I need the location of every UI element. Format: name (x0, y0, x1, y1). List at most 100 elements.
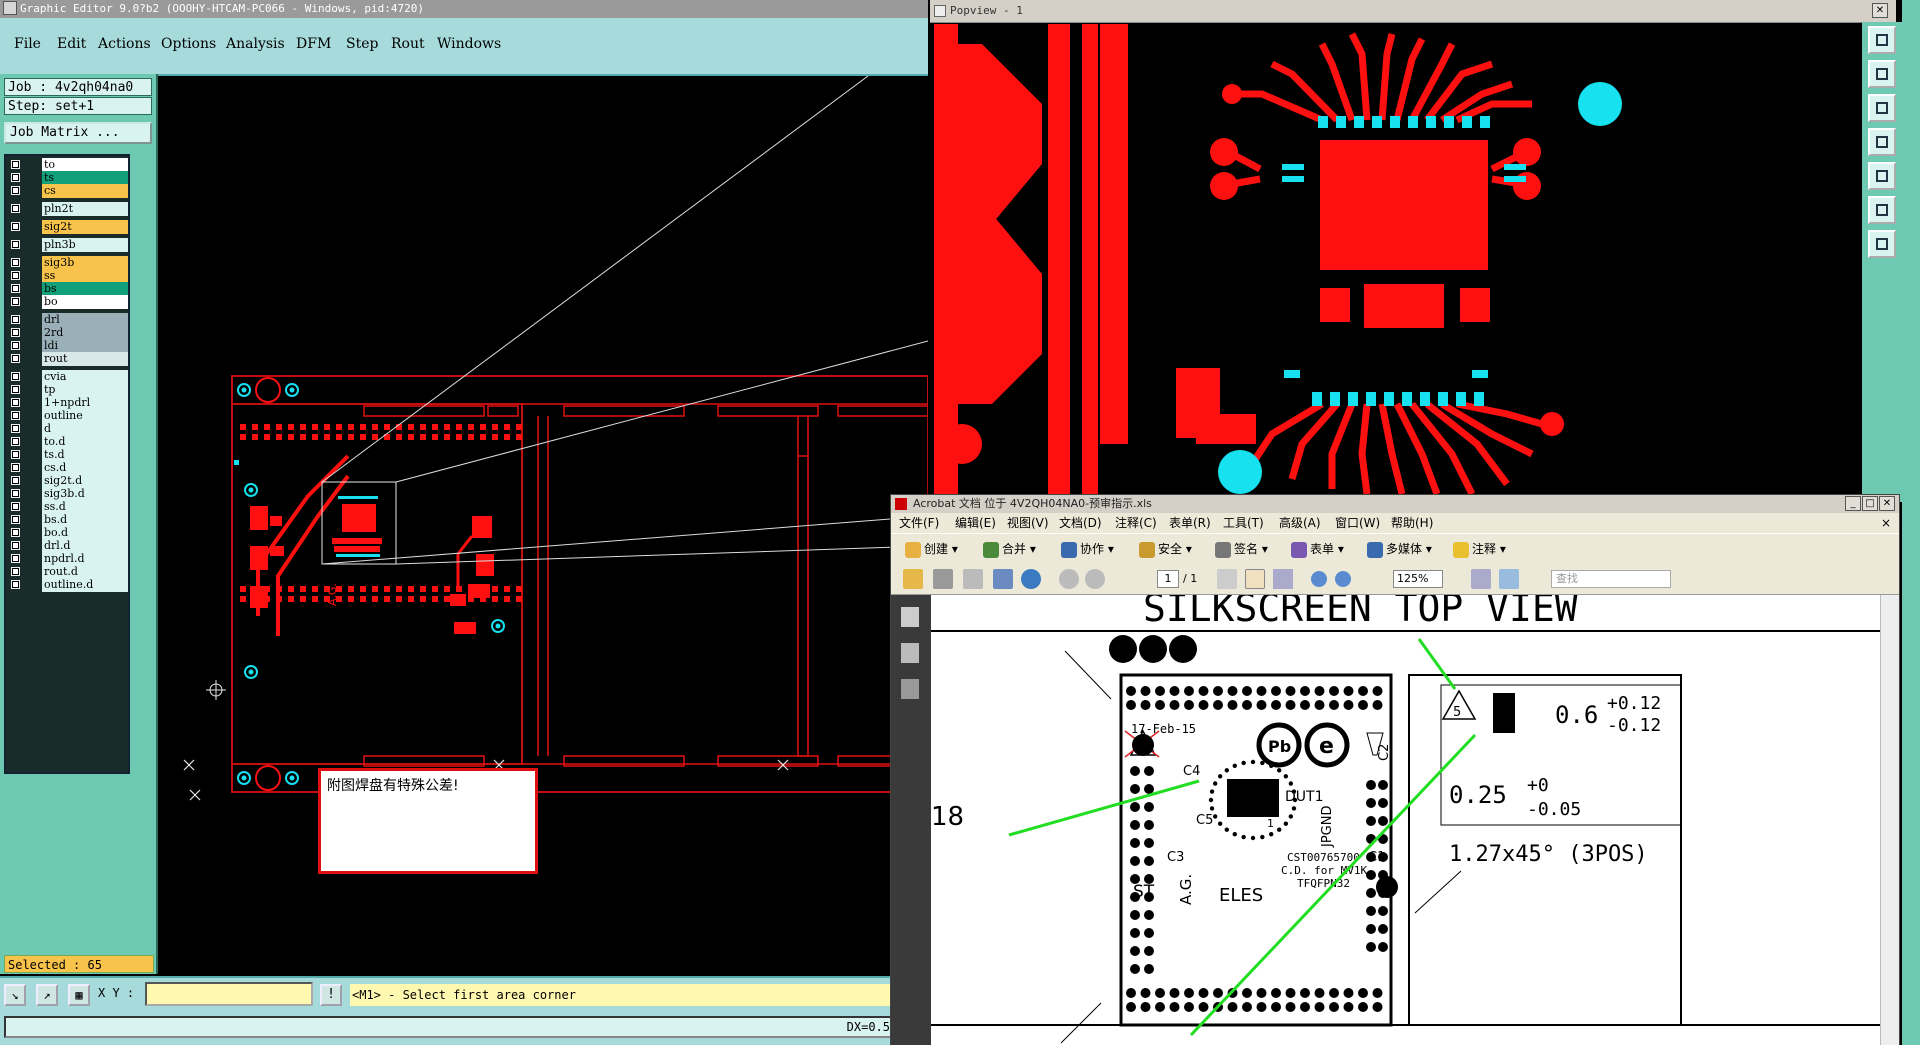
collaborate-button[interactable]: 协作 ▾ (1061, 539, 1114, 559)
menu-edit[interactable]: Edit (57, 36, 86, 52)
layer-checkbox[interactable] (11, 554, 20, 563)
layer-checkbox[interactable] (11, 341, 20, 350)
layer-checkbox[interactable] (11, 502, 20, 511)
pv-tool-6-icon[interactable] (1868, 196, 1896, 224)
job-matrix-button[interactable]: Job Matrix ... (4, 122, 152, 144)
ac-menu-tools[interactable]: 工具(T) (1223, 513, 1264, 533)
hand-tool-icon[interactable] (1245, 569, 1265, 589)
layer-label[interactable]: ss.d (42, 500, 128, 514)
layer-checkbox[interactable] (11, 489, 20, 498)
layer-label[interactable]: pln3b (42, 238, 128, 252)
select-tool-icon[interactable] (1217, 569, 1237, 589)
layer-label[interactable]: 1+npdrl (42, 396, 128, 410)
grid-icon[interactable]: ▦ (68, 984, 90, 1006)
layer-checkbox[interactable] (11, 204, 20, 213)
vertical-scrollbar[interactable] (1880, 595, 1899, 1045)
menu-dfm[interactable]: DFM (296, 36, 331, 52)
layer-checkbox[interactable] (11, 186, 20, 195)
layer-checkbox[interactable] (11, 173, 20, 182)
fit-page-icon[interactable] (1471, 569, 1491, 589)
zoom-select[interactable]: 125% (1393, 570, 1443, 588)
secure-button[interactable]: 安全 ▾ (1139, 539, 1192, 559)
layer-label[interactable]: d (42, 422, 128, 436)
xy-input[interactable] (145, 982, 313, 1006)
create-button[interactable]: 创建 ▾ (905, 539, 958, 559)
layer-label[interactable]: ldi (42, 339, 128, 353)
layer-row-rout[interactable]: rout (6, 352, 128, 367)
layer-label[interactable]: cs.d (42, 461, 128, 475)
open-folder-icon[interactable] (903, 569, 923, 589)
pcb-canvas[interactable]: A.G. (158, 76, 928, 976)
comment-button[interactable]: 注释 ▾ (1453, 539, 1506, 559)
ac-menu-window[interactable]: 窗口(W) (1335, 513, 1380, 533)
layer-label[interactable]: sig3b.d (42, 487, 128, 501)
layer-row-sig2t[interactable]: sig2t (6, 220, 128, 235)
layer-row-cs[interactable]: cs (6, 184, 128, 199)
minimize-button[interactable]: _ (1845, 496, 1861, 511)
save-icon[interactable] (963, 569, 983, 589)
layer-checkbox[interactable] (11, 515, 20, 524)
layer-label[interactable]: to.d (42, 435, 128, 449)
layer-checkbox[interactable] (11, 411, 20, 420)
layer-checkbox[interactable] (11, 240, 20, 249)
layer-checkbox[interactable] (11, 385, 20, 394)
layer-label[interactable]: sig2t.d (42, 474, 128, 488)
pv-tool-2-icon[interactable] (1868, 60, 1896, 88)
zoom-out-icon[interactable] (1311, 571, 1327, 587)
zoom-in-icon[interactable]: ↘ (4, 984, 26, 1006)
page-number-input[interactable]: 1 (1157, 570, 1179, 588)
next-page-icon[interactable] (1085, 569, 1105, 589)
forms-button[interactable]: 表单 ▾ (1291, 539, 1344, 559)
pv-tool-7-icon[interactable] (1868, 230, 1896, 258)
popview-close-button[interactable]: ✕ (1872, 3, 1888, 18)
layer-checkbox[interactable] (11, 315, 20, 324)
layer-checkbox[interactable] (11, 160, 20, 169)
layer-checkbox[interactable] (11, 297, 20, 306)
layer-label[interactable]: pln2t (42, 202, 128, 216)
attachments-icon[interactable] (901, 679, 919, 699)
menu-step[interactable]: Step (346, 36, 378, 52)
bookmarks-icon[interactable] (901, 643, 919, 663)
layer-label[interactable]: sig2t (42, 220, 128, 234)
layer-label[interactable]: sig3b (42, 256, 128, 270)
layer-checkbox[interactable] (11, 328, 20, 337)
layer-label[interactable]: drl (42, 313, 128, 327)
globe-icon[interactable] (1021, 569, 1041, 589)
zoom-area-icon[interactable]: ↗ (36, 984, 58, 1006)
layer-label[interactable]: cs (42, 184, 128, 198)
email-icon[interactable] (993, 569, 1013, 589)
layer-label[interactable]: drl.d (42, 539, 128, 553)
pdf-document-view[interactable]: SILKSCREEN TOP VIEW 18 3 17-Feb-15 Pb e … (931, 595, 1881, 1045)
menu-file[interactable]: File (14, 36, 41, 52)
layer-checkbox[interactable] (11, 372, 20, 381)
layer-checkbox[interactable] (11, 541, 20, 550)
ac-menu-comment[interactable]: 注释(C) (1115, 513, 1157, 533)
layer-checkbox[interactable] (11, 567, 20, 576)
ac-menu-edit[interactable]: 编辑(E) (955, 513, 996, 533)
layer-label[interactable]: ss (42, 269, 128, 283)
layer-checkbox[interactable] (11, 463, 20, 472)
prev-page-icon[interactable] (1059, 569, 1079, 589)
ac-menu-close-icon[interactable]: × (1881, 513, 1891, 533)
layer-label[interactable]: outline.d (42, 578, 128, 592)
layer-label[interactable]: bo (42, 295, 128, 309)
menu-windows[interactable]: Windows (437, 36, 501, 52)
layer-checkbox[interactable] (11, 284, 20, 293)
menu-analysis[interactable]: Analysis (226, 36, 285, 52)
layer-row-outline-d[interactable]: outline.d (6, 578, 128, 593)
ac-menu-file[interactable]: 文件(F) (899, 513, 939, 533)
layer-label[interactable]: ts (42, 171, 128, 185)
multimedia-button[interactable]: 多媒体 ▾ (1367, 539, 1432, 559)
layer-label[interactable]: rout (42, 352, 128, 366)
layer-label[interactable]: to (42, 158, 128, 172)
search-input[interactable]: 查找 (1551, 570, 1671, 588)
ac-menu-forms[interactable]: 表单(R) (1169, 513, 1211, 533)
pv-tool-4-icon[interactable] (1868, 128, 1896, 156)
pv-tool-3-icon[interactable] (1868, 94, 1896, 122)
menu-rout[interactable]: Rout (391, 36, 425, 52)
zoom-tool-icon[interactable] (1273, 569, 1293, 589)
layer-row-pln3b[interactable]: pln3b (6, 238, 128, 253)
layer-label[interactable]: 2rd (42, 326, 128, 340)
layer-label[interactable]: bs (42, 282, 128, 296)
layer-label[interactable]: rout.d (42, 565, 128, 579)
